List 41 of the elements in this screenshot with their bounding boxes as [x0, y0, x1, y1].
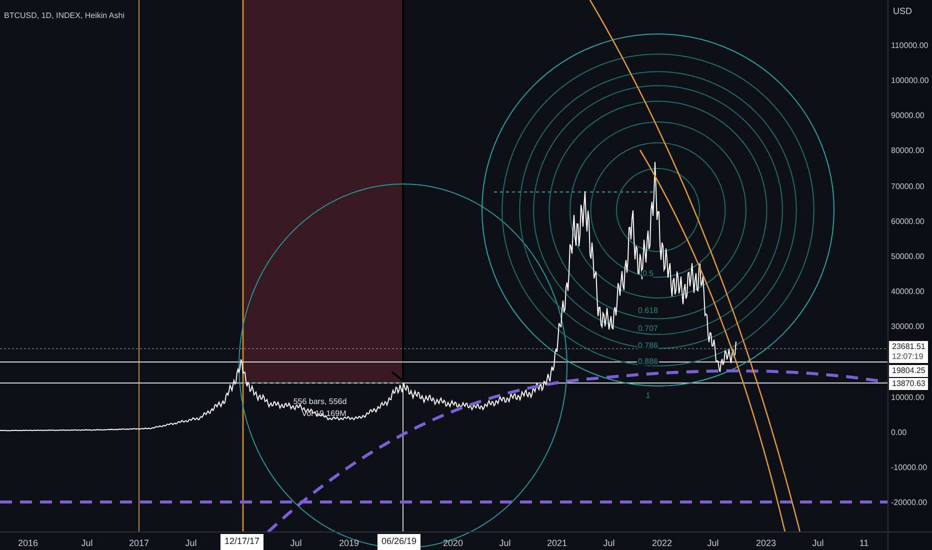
axis-label: 100000.00 — [891, 75, 929, 87]
fib-level-label: 0.618 — [638, 306, 658, 315]
axis-label: 2016 — [16, 537, 40, 550]
axis-label: 30000.00 — [891, 321, 924, 334]
fib-level-label: 1 — [646, 391, 650, 400]
axis-label: 2022 — [650, 537, 674, 550]
axis-label: 40000.00 — [891, 286, 924, 298]
axis-label: Jul — [289, 537, 303, 550]
date-marker: 06/26/19 — [377, 534, 421, 550]
axis-label: 110000.00 — [891, 40, 928, 52]
axis-label: Jul — [80, 537, 94, 550]
axis-label: Jul — [184, 537, 198, 550]
cursor-line — [391, 371, 403, 381]
axis-label: 10000.00 — [891, 392, 924, 404]
chart-legend: BTCUSD, 1D, INDEX, Heikin Ashi — [4, 10, 124, 22]
volume-label: Vol 19.169M — [302, 409, 346, 418]
axis-label: Jul — [706, 537, 720, 550]
last-price-tag: 23681.51 12:07:19 — [889, 341, 928, 363]
axis-label: 60000.00 — [891, 216, 924, 228]
axis-label: 2023 — [754, 537, 778, 550]
axis-label: 80000.00 — [891, 145, 924, 158]
price-tag: 13870.63 — [889, 378, 928, 390]
axis-label: Jul — [602, 537, 616, 550]
axis-label: 50000.00 — [891, 251, 924, 263]
axis-label: -20000.00 — [891, 497, 928, 510]
axis-label: 2020 — [442, 537, 464, 550]
axis-label: 70000.00 — [891, 180, 924, 193]
axis-label: Jul — [498, 537, 512, 550]
axis-label: Jul — [811, 537, 825, 550]
price-tag: 19804.25 — [889, 365, 928, 377]
axis-label: 2017 — [128, 537, 150, 550]
measure-label: 556 bars, 556d — [293, 397, 347, 406]
axis-label: -10000.00 — [891, 462, 928, 474]
axis-label: 0.00 — [891, 427, 907, 439]
fib-level-label: 0.707 — [638, 324, 658, 333]
axis-label: 90000.00 — [891, 110, 924, 122]
axis-label: 11 — [858, 537, 870, 550]
axis-label: 2019 — [338, 537, 360, 550]
axis-unit: USD — [893, 5, 912, 18]
axis-label: 2021 — [546, 537, 568, 550]
date-marker: 12/17/17 — [220, 534, 264, 550]
